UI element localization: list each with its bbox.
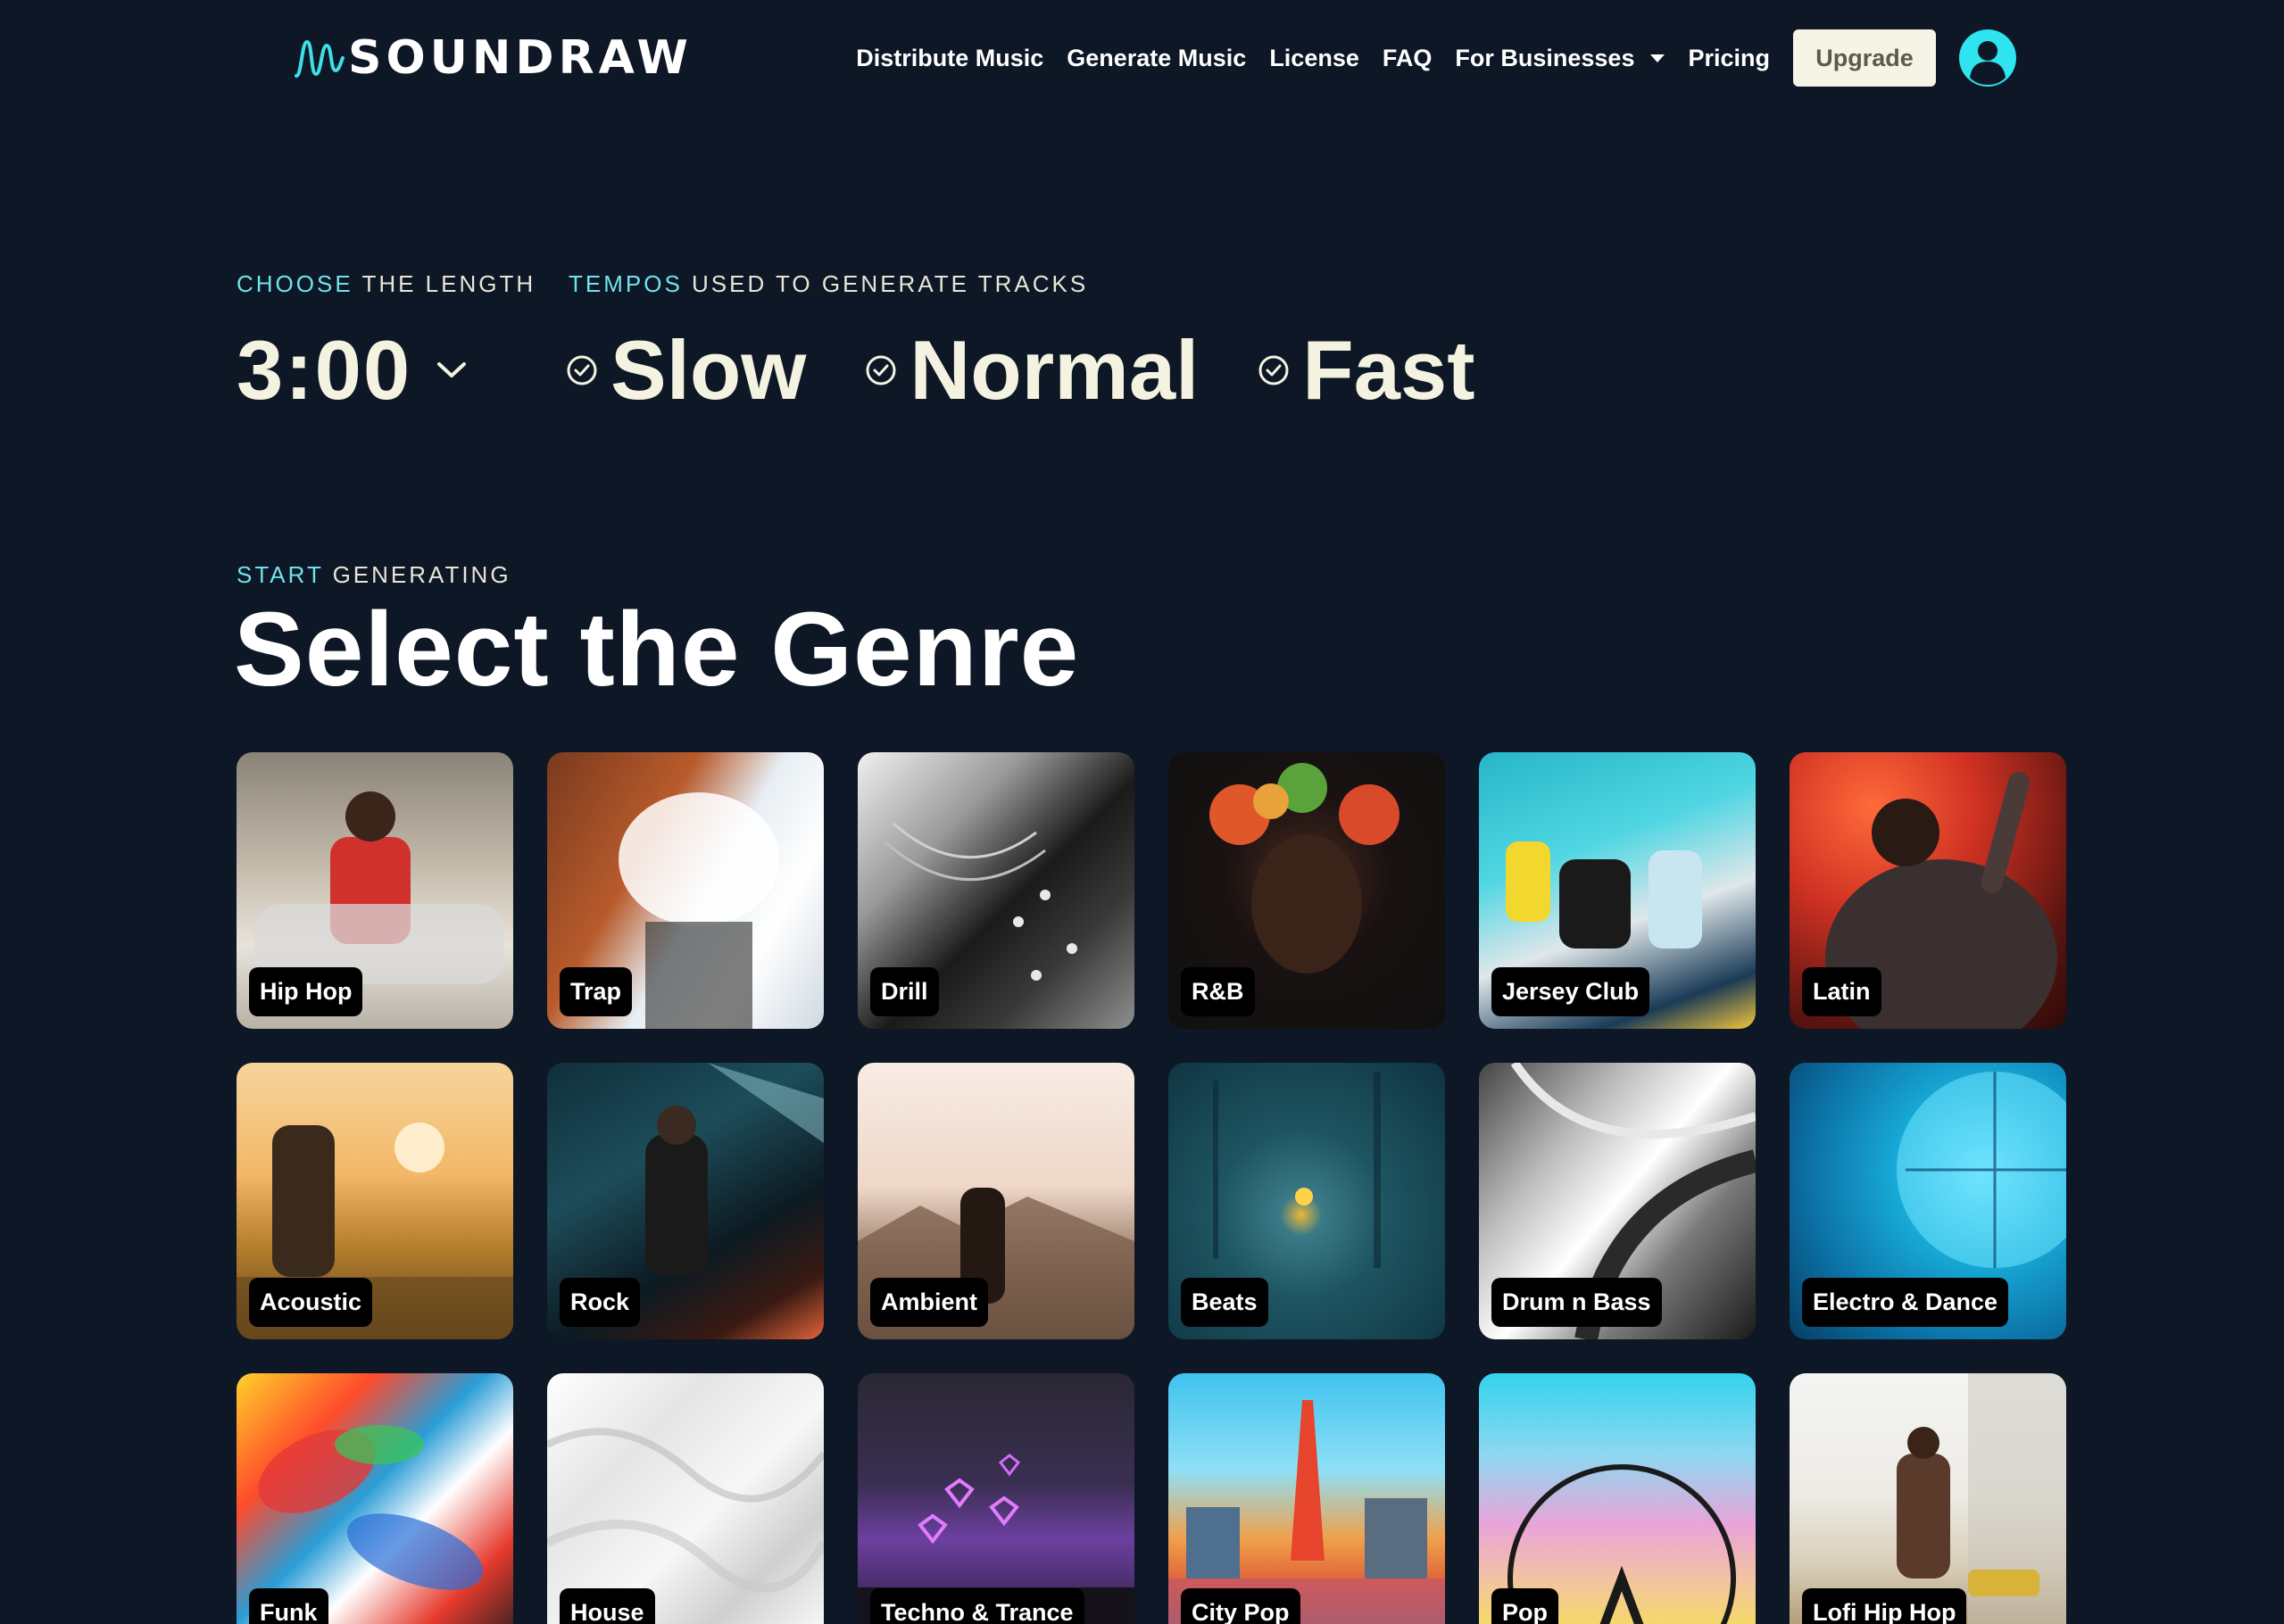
genre-title: Select the Genre [234,591,1080,708]
upgrade-button[interactable]: Upgrade [1793,29,1936,87]
tempo-slow-label: Slow [610,323,807,417]
genre-card-latin[interactable]: Latin [1790,752,2066,1029]
genre-card-label: R&B [1181,967,1255,1016]
chevron-down-icon [437,362,467,377]
tempo-normal[interactable]: Normal [865,322,1199,418]
logo-wave-icon [295,39,345,78]
genre-card-label: Trap [560,967,633,1016]
genre-label-accent: START [237,561,324,588]
genre-card-label: Hip Hop [249,967,363,1016]
genre-card-label: Acoustic [249,1278,373,1327]
genre-card-house[interactable]: House [547,1373,824,1624]
soundraw-logo[interactable]: SOUNDRAW [295,27,693,89]
genre-card-trap[interactable]: Trap [547,752,824,1029]
genre-card-jersey-club[interactable]: Jersey Club [1479,752,1756,1029]
card-image [1168,1400,1445,1624]
card-image [1897,1373,2066,1624]
genre-card-label: Funk [249,1588,328,1624]
length-dropdown[interactable]: 3:00 [237,321,467,419]
top-navigation: SOUNDRAW Distribute Music Generate Music… [0,0,2284,116]
genre-card-hip-hop[interactable]: Hip Hop [237,752,513,1029]
tempo-section-label: TEMPOS USED TO GENERATE TRACKS [569,270,1088,298]
genre-card-label: House [560,1588,655,1624]
check-circle-icon [567,355,597,385]
page: SOUNDRAW Distribute Music Generate Music… [0,0,2284,1624]
genre-card-label: Beats [1181,1278,1268,1327]
genre-card-funk[interactable]: Funk [237,1373,513,1624]
length-label-accent: CHOOSE [237,270,353,297]
tempo-label-accent: TEMPOS [569,270,683,297]
check-circle-icon [1258,355,1289,385]
tempo-slow[interactable]: Slow [566,322,806,418]
card-image [858,1454,1134,1624]
length-label-rest: THE LENGTH [353,270,536,297]
nav-license[interactable]: License [1269,45,1359,72]
genre-card-electro-dance[interactable]: Electro & Dance [1790,1063,2066,1339]
genre-card-label: Rock [560,1278,641,1327]
genre-card-label: Ambient [870,1278,988,1327]
genre-card-label: Latin [1802,967,1881,1016]
nav-distribute-music[interactable]: Distribute Music [856,45,1043,72]
genre-grid: Hip Hop Trap Drill R&B Jersey Club Latin… [237,752,2066,1624]
card-image [258,1425,484,1590]
tempo-fast-label: Fast [1302,323,1475,417]
genre-card-rock[interactable]: Rock [547,1063,824,1339]
genre-card-label: Electro & Dance [1802,1278,2009,1327]
tempo-label-rest: USED TO GENERATE TRACKS [682,270,1089,297]
genre-card-drill[interactable]: Drill [858,752,1134,1029]
genre-card-label: Drill [870,967,939,1016]
genre-card-label: Techno & Trance [870,1588,1084,1624]
nav-for-businesses-label: For Businesses [1455,44,1635,71]
nav-faq[interactable]: FAQ [1383,45,1433,72]
check-circle-icon [866,355,896,385]
genre-card-acoustic[interactable]: Acoustic [237,1063,513,1339]
nav-for-businesses[interactable]: For Businesses [1455,45,1665,72]
user-silhouette-icon [1970,41,2006,85]
genre-card-beats[interactable]: Beats [1168,1063,1445,1339]
genre-card-city-pop[interactable]: City Pop [1168,1373,1445,1624]
tempo-normal-label: Normal [909,323,1200,417]
genre-card-label: Jersey Club [1491,967,1650,1016]
genre-card-lofi-hip-hop[interactable]: Lofi Hip Hop [1790,1373,2066,1624]
length-value: 3:00 [237,323,412,417]
genre-card-ambient[interactable]: Ambient [858,1063,1134,1339]
logo-text: SOUNDRAW [348,31,693,85]
length-section-label: CHOOSE THE LENGTH [237,270,536,298]
nav-pricing[interactable]: Pricing [1688,45,1770,72]
genre-card-label: Pop [1491,1588,1558,1624]
genre-card-pop[interactable]: Pop [1479,1373,1756,1624]
card-image [547,1428,824,1593]
genre-section-label: START GENERATING [237,561,511,589]
main-nav: Distribute Music Generate Music License … [856,29,2016,87]
genre-card-label: Lofi Hip Hop [1802,1588,1967,1624]
card-image [1507,1464,1736,1624]
genre-card-drum-n-bass[interactable]: Drum n Bass [1479,1063,1756,1339]
genre-card-label: Drum n Bass [1491,1278,1662,1327]
genre-card-label: City Pop [1181,1588,1300,1624]
genre-card-techno-trance[interactable]: Techno & Trance [858,1373,1134,1624]
caret-down-icon [1650,54,1665,62]
genre-label-rest: GENERATING [323,561,511,588]
tempo-options: Slow Normal Fast [566,321,1534,419]
tempo-fast[interactable]: Fast [1258,322,1475,418]
user-avatar-icon[interactable] [1959,29,2016,87]
genre-card-rnb[interactable]: R&B [1168,752,1445,1029]
nav-generate-music[interactable]: Generate Music [1067,45,1246,72]
